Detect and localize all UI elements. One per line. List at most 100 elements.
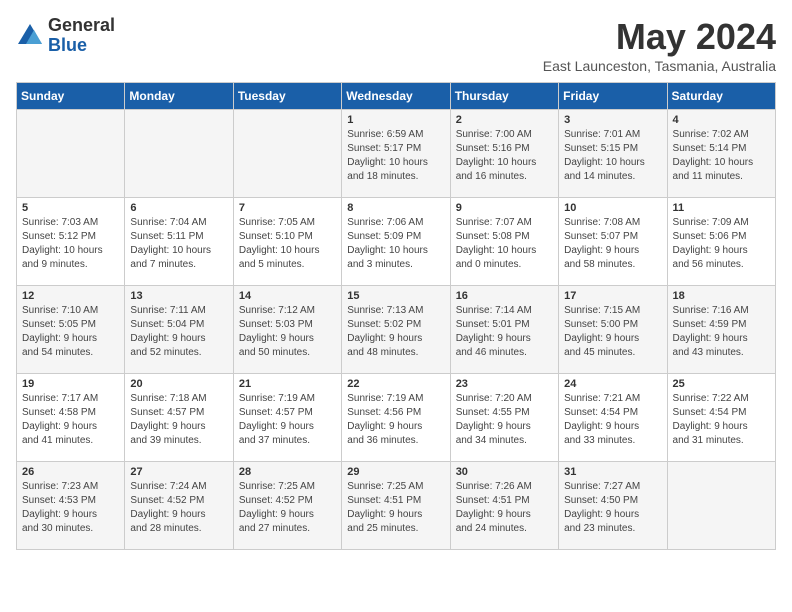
- month-title: May 2024: [543, 16, 776, 58]
- weekday-header-monday: Monday: [125, 83, 233, 110]
- calendar-cell: 14 Sunrise: 7:12 AM Sunset: 5:03 PM Dayli…: [233, 286, 341, 374]
- calendar-cell: 21 Sunrise: 7:19 AM Sunset: 4:57 PM Dayli…: [233, 374, 341, 462]
- calendar-cell: 15 Sunrise: 7:13 AM Sunset: 5:02 PM Dayli…: [342, 286, 450, 374]
- day-number: 6: [130, 202, 227, 214]
- calendar-cell: 29Sunrise: 7:25 AM Sunset: 4:51 PM Dayli…: [342, 462, 450, 550]
- calendar-week-row: 12 Sunrise: 7:10 AM Sunset: 5:05 PM Dayli…: [17, 286, 776, 374]
- day-number: 5: [22, 202, 119, 214]
- calendar-cell: [233, 110, 341, 198]
- page-header: General Blue May 2024 East Launceston, T…: [16, 16, 776, 74]
- calendar-week-row: 26 Sunrise: 7:23 AM Sunset: 4:53 PM Dayli…: [17, 462, 776, 550]
- day-content: Sunrise: 7:00 AM Sunset: 5:16 PM Dayligh…: [456, 128, 553, 184]
- day-number: 27: [130, 466, 227, 478]
- calendar-cell: 22 Sunrise: 7:19 AM Sunset: 4:56 PM Dayli…: [342, 374, 450, 462]
- day-content: Sunrise: 7:19 AM Sunset: 4:57 PM Dayligh…: [239, 392, 336, 448]
- calendar-week-row: 5 Sunrise: 7:03 AM Sunset: 5:12 PM Daylig…: [17, 198, 776, 286]
- calendar-cell: 24 Sunrise: 7:21 AM Sunset: 4:54 PM Dayli…: [559, 374, 667, 462]
- day-number: 7: [239, 202, 336, 214]
- day-content: Sunrise: 7:16 AM Sunset: 4:59 PM Dayligh…: [673, 304, 770, 360]
- day-number: 20: [130, 378, 227, 390]
- weekday-header-row: SundayMondayTuesdayWednesdayThursdayFrid…: [17, 83, 776, 110]
- day-number: 15: [347, 290, 444, 302]
- day-number: 19: [22, 378, 119, 390]
- calendar-cell: 16Sunrise: 7:14 AM Sunset: 5:01 PM Dayli…: [450, 286, 558, 374]
- day-content: Sunrise: 7:25 AM Sunset: 4:51 PM Dayligh…: [347, 480, 444, 536]
- day-number: 31: [564, 466, 661, 478]
- day-number: 30: [456, 466, 553, 478]
- title-block: May 2024 East Launceston, Tasmania, Aust…: [543, 16, 776, 74]
- day-content: Sunrise: 7:07 AM Sunset: 5:08 PM Dayligh…: [456, 216, 553, 272]
- calendar-cell: 23 Sunrise: 7:20 AM Sunset: 4:55 PM Dayli…: [450, 374, 558, 462]
- calendar-table: SundayMondayTuesdayWednesdayThursdayFrid…: [16, 82, 776, 550]
- day-content: Sunrise: 7:24 AM Sunset: 4:52 PM Dayligh…: [130, 480, 227, 536]
- calendar-cell: [667, 462, 775, 550]
- calendar-cell: [17, 110, 125, 198]
- day-number: 25: [673, 378, 770, 390]
- weekday-header-wednesday: Wednesday: [342, 83, 450, 110]
- location-text: East Launceston, Tasmania, Australia: [543, 58, 776, 74]
- weekday-header-thursday: Thursday: [450, 83, 558, 110]
- calendar-cell: 13Sunrise: 7:11 AM Sunset: 5:04 PM Dayli…: [125, 286, 233, 374]
- day-number: 26: [22, 466, 119, 478]
- day-content: Sunrise: 7:20 AM Sunset: 4:55 PM Dayligh…: [456, 392, 553, 448]
- day-number: 18: [673, 290, 770, 302]
- day-content: Sunrise: 7:08 AM Sunset: 5:07 PM Dayligh…: [564, 216, 661, 272]
- day-content: Sunrise: 7:06 AM Sunset: 5:09 PM Dayligh…: [347, 216, 444, 272]
- day-number: 12: [22, 290, 119, 302]
- logo: General Blue: [16, 16, 115, 56]
- day-number: 28: [239, 466, 336, 478]
- calendar-cell: 2 Sunrise: 7:00 AM Sunset: 5:16 PM Daylig…: [450, 110, 558, 198]
- day-content: Sunrise: 7:25 AM Sunset: 4:52 PM Dayligh…: [239, 480, 336, 536]
- weekday-header-sunday: Sunday: [17, 83, 125, 110]
- day-number: 1: [347, 114, 444, 126]
- calendar-cell: 6Sunrise: 7:04 AM Sunset: 5:11 PM Daylig…: [125, 198, 233, 286]
- day-number: 11: [673, 202, 770, 214]
- calendar-cell: 27 Sunrise: 7:24 AM Sunset: 4:52 PM Dayli…: [125, 462, 233, 550]
- day-content: Sunrise: 7:02 AM Sunset: 5:14 PM Dayligh…: [673, 128, 770, 184]
- calendar-cell: 10 Sunrise: 7:08 AM Sunset: 5:07 PM Dayli…: [559, 198, 667, 286]
- calendar-cell: 28 Sunrise: 7:25 AM Sunset: 4:52 PM Dayli…: [233, 462, 341, 550]
- calendar-cell: 9 Sunrise: 7:07 AM Sunset: 5:08 PM Daylig…: [450, 198, 558, 286]
- day-content: Sunrise: 7:23 AM Sunset: 4:53 PM Dayligh…: [22, 480, 119, 536]
- day-content: Sunrise: 7:19 AM Sunset: 4:56 PM Dayligh…: [347, 392, 444, 448]
- day-content: Sunrise: 6:59 AM Sunset: 5:17 PM Dayligh…: [347, 128, 444, 184]
- calendar-cell: 3Sunrise: 7:01 AM Sunset: 5:15 PM Daylig…: [559, 110, 667, 198]
- day-number: 9: [456, 202, 553, 214]
- day-content: Sunrise: 7:18 AM Sunset: 4:57 PM Dayligh…: [130, 392, 227, 448]
- day-content: Sunrise: 7:10 AM Sunset: 5:05 PM Dayligh…: [22, 304, 119, 360]
- calendar-cell: 1 Sunrise: 6:59 AM Sunset: 5:17 PM Daylig…: [342, 110, 450, 198]
- logo-text: General Blue: [48, 16, 115, 56]
- day-content: Sunrise: 7:03 AM Sunset: 5:12 PM Dayligh…: [22, 216, 119, 272]
- day-number: 3: [564, 114, 661, 126]
- day-number: 22: [347, 378, 444, 390]
- day-content: Sunrise: 7:22 AM Sunset: 4:54 PM Dayligh…: [673, 392, 770, 448]
- calendar-cell: 18 Sunrise: 7:16 AM Sunset: 4:59 PM Dayli…: [667, 286, 775, 374]
- day-number: 10: [564, 202, 661, 214]
- day-content: Sunrise: 7:12 AM Sunset: 5:03 PM Dayligh…: [239, 304, 336, 360]
- calendar-cell: 4 Sunrise: 7:02 AM Sunset: 5:14 PM Daylig…: [667, 110, 775, 198]
- calendar-cell: 12 Sunrise: 7:10 AM Sunset: 5:05 PM Dayli…: [17, 286, 125, 374]
- day-content: Sunrise: 7:27 AM Sunset: 4:50 PM Dayligh…: [564, 480, 661, 536]
- day-number: 4: [673, 114, 770, 126]
- weekday-header-saturday: Saturday: [667, 83, 775, 110]
- logo-general: General: [48, 15, 115, 35]
- day-number: 24: [564, 378, 661, 390]
- calendar-cell: 11 Sunrise: 7:09 AM Sunset: 5:06 PM Dayli…: [667, 198, 775, 286]
- calendar-cell: 7 Sunrise: 7:05 AM Sunset: 5:10 PM Daylig…: [233, 198, 341, 286]
- calendar-cell: 5 Sunrise: 7:03 AM Sunset: 5:12 PM Daylig…: [17, 198, 125, 286]
- day-number: 14: [239, 290, 336, 302]
- day-content: Sunrise: 7:13 AM Sunset: 5:02 PM Dayligh…: [347, 304, 444, 360]
- day-content: Sunrise: 7:09 AM Sunset: 5:06 PM Dayligh…: [673, 216, 770, 272]
- day-number: 21: [239, 378, 336, 390]
- calendar-cell: [125, 110, 233, 198]
- weekday-header-tuesday: Tuesday: [233, 83, 341, 110]
- calendar-cell: 25 Sunrise: 7:22 AM Sunset: 4:54 PM Dayli…: [667, 374, 775, 462]
- day-number: 13: [130, 290, 227, 302]
- day-number: 2: [456, 114, 553, 126]
- day-number: 23: [456, 378, 553, 390]
- day-number: 16: [456, 290, 553, 302]
- day-content: Sunrise: 7:05 AM Sunset: 5:10 PM Dayligh…: [239, 216, 336, 272]
- calendar-week-row: 1 Sunrise: 6:59 AM Sunset: 5:17 PM Daylig…: [17, 110, 776, 198]
- day-content: Sunrise: 7:26 AM Sunset: 4:51 PM Dayligh…: [456, 480, 553, 536]
- day-content: Sunrise: 7:21 AM Sunset: 4:54 PM Dayligh…: [564, 392, 661, 448]
